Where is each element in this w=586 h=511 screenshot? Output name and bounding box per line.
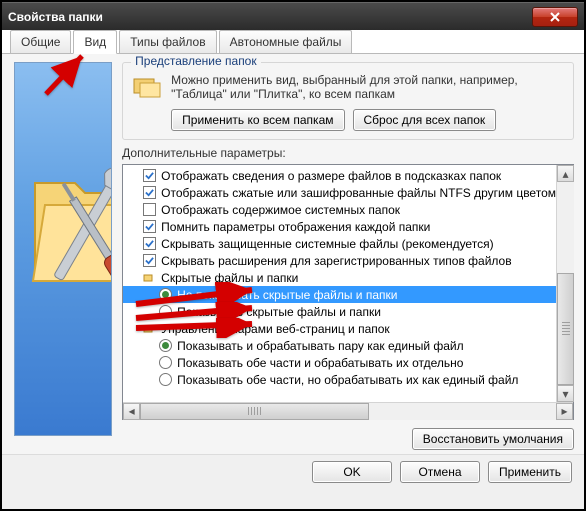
dialog-body: Представление папок Можно применить вид,… [2, 54, 584, 454]
checkbox[interactable] [143, 254, 156, 267]
cancel-button[interactable]: Отмена [400, 461, 480, 483]
list-item-label: Показывать и обрабатывать пару как едины… [177, 339, 463, 353]
tab-label: Автономные файлы [230, 35, 342, 49]
advanced-heading: Дополнительные параметры: [122, 146, 574, 160]
ok-button[interactable]: OK [312, 461, 392, 483]
list-item-label: Управление парами веб-страниц и папок [161, 322, 390, 336]
group-title: Представление папок [131, 54, 260, 68]
list-item[interactable]: Показывать обе части и обрабатывать их о… [123, 354, 556, 371]
checkbox[interactable] [143, 203, 156, 216]
folder-icon [143, 322, 156, 335]
folder-tools-illustration [25, 143, 112, 343]
list-item[interactable]: Управление парами веб-страниц и папок [123, 320, 556, 337]
checkbox[interactable] [143, 169, 156, 182]
button-label: Отмена [418, 465, 461, 479]
list-item-label: Отображать сжатые или зашифрованные файл… [161, 186, 556, 200]
list-item[interactable]: Отображать сжатые или зашифрованные файл… [123, 184, 556, 201]
list-item-label: Отображать содержимое системных папок [161, 203, 400, 217]
list-item[interactable]: Не показывать скрытые файлы и папки [123, 286, 556, 303]
list-item-label: Показывать обе части и обрабатывать их о… [177, 356, 463, 370]
scroll-thumb[interactable] [557, 273, 574, 385]
radio[interactable] [159, 305, 172, 318]
tab-label: Вид [84, 35, 106, 49]
button-label: OK [343, 465, 360, 479]
list-item-label: Скрывать защищенные системные файлы (рек… [161, 237, 493, 251]
folders-icon [131, 71, 163, 103]
scroll-down-arrow[interactable]: ▾ [557, 385, 574, 402]
close-icon [550, 12, 560, 22]
list-item-label: Показывать обе части, но обрабатывать их… [177, 373, 518, 387]
list-item-label: Скрытые файлы и папки [161, 271, 298, 285]
titlebar[interactable]: Свойства папки [2, 2, 584, 30]
tab-strip: Общие Вид Типы файлов Автономные файлы [2, 30, 584, 54]
list-item-label: Помнить параметры отображения каждой пап… [161, 220, 430, 234]
settings-pane: Представление папок Можно применить вид,… [122, 62, 574, 450]
dialog-actions: OK Отмена Применить [2, 454, 584, 491]
radio[interactable] [159, 356, 172, 369]
list-item[interactable]: Показывать и обрабатывать пару как едины… [123, 337, 556, 354]
apply-all-folders-button[interactable]: Применить ко всем папкам [171, 109, 344, 131]
list-item[interactable]: Отображать содержимое системных папок [123, 201, 556, 218]
radio[interactable] [159, 373, 172, 386]
window-title: Свойства папки [8, 10, 103, 24]
vertical-scrollbar[interactable]: ▴ ▾ [556, 165, 573, 402]
list-item[interactable]: Скрытые файлы и папки [123, 269, 556, 286]
folder-icon [143, 271, 156, 284]
checkbox[interactable] [143, 186, 156, 199]
list-item-label: Отображать сведения о размере файлов в п… [161, 169, 501, 183]
button-label: Восстановить умолчания [423, 432, 563, 446]
scroll-right-arrow[interactable]: ▸ [556, 403, 573, 420]
apply-button[interactable]: Применить [488, 461, 572, 483]
checkbox[interactable] [143, 237, 156, 250]
folder-views-desc: Можно применить вид, выбранный для этой … [171, 73, 565, 101]
close-button[interactable] [532, 7, 578, 27]
scroll-track[interactable] [557, 182, 574, 385]
scroll-track[interactable] [140, 403, 556, 420]
tab-label: Общие [21, 35, 60, 49]
radio[interactable] [159, 339, 172, 352]
reset-all-folders-button[interactable]: Сброс для всех папок [353, 109, 497, 131]
button-label: Применить [499, 465, 561, 479]
list-item[interactable]: Показывать скрытые файлы и папки [123, 303, 556, 320]
list-item[interactable]: Отображать сведения о размере файлов в п… [123, 167, 556, 184]
tab-offline[interactable]: Автономные файлы [219, 30, 353, 53]
radio[interactable] [159, 288, 172, 301]
tab-view[interactable]: Вид [73, 30, 117, 54]
scroll-thumb[interactable] [140, 403, 369, 420]
horizontal-scrollbar[interactable]: ◂ ▸ [123, 402, 573, 419]
screenshot-frame: Свойства папки Общие Вид Типы файлов Авт… [0, 0, 586, 511]
tab-general[interactable]: Общие [10, 30, 71, 53]
list-item[interactable]: Показывать обе части, но обрабатывать их… [123, 371, 556, 388]
illustration-pane [14, 62, 112, 436]
scroll-up-arrow[interactable]: ▴ [557, 165, 574, 182]
button-label: Применить ко всем папкам [182, 113, 333, 127]
list-item[interactable]: Скрывать защищенные системные файлы (рек… [123, 235, 556, 252]
tab-filetypes[interactable]: Типы файлов [119, 30, 216, 53]
list-viewport[interactable]: Отображать сведения о размере файлов в п… [123, 165, 556, 402]
list-item-label: Показывать скрытые файлы и папки [177, 305, 381, 319]
list-item[interactable]: Скрывать расширения для зарегистрированн… [123, 252, 556, 269]
advanced-list: Отображать сведения о размере файлов в п… [122, 164, 574, 420]
restore-defaults-button[interactable]: Восстановить умолчания [412, 428, 574, 450]
checkbox[interactable] [143, 220, 156, 233]
folder-views-group: Представление папок Можно применить вид,… [122, 62, 574, 140]
tab-label: Типы файлов [130, 35, 205, 49]
list-item[interactable]: Помнить параметры отображения каждой пап… [123, 218, 556, 235]
scroll-left-arrow[interactable]: ◂ [123, 403, 140, 420]
dialog-window: Свойства папки Общие Вид Типы файлов Авт… [2, 2, 584, 509]
list-item-label: Не показывать скрытые файлы и папки [177, 288, 397, 302]
list-item-label: Скрывать расширения для зарегистрированн… [161, 254, 511, 268]
button-label: Сброс для всех папок [364, 113, 486, 127]
